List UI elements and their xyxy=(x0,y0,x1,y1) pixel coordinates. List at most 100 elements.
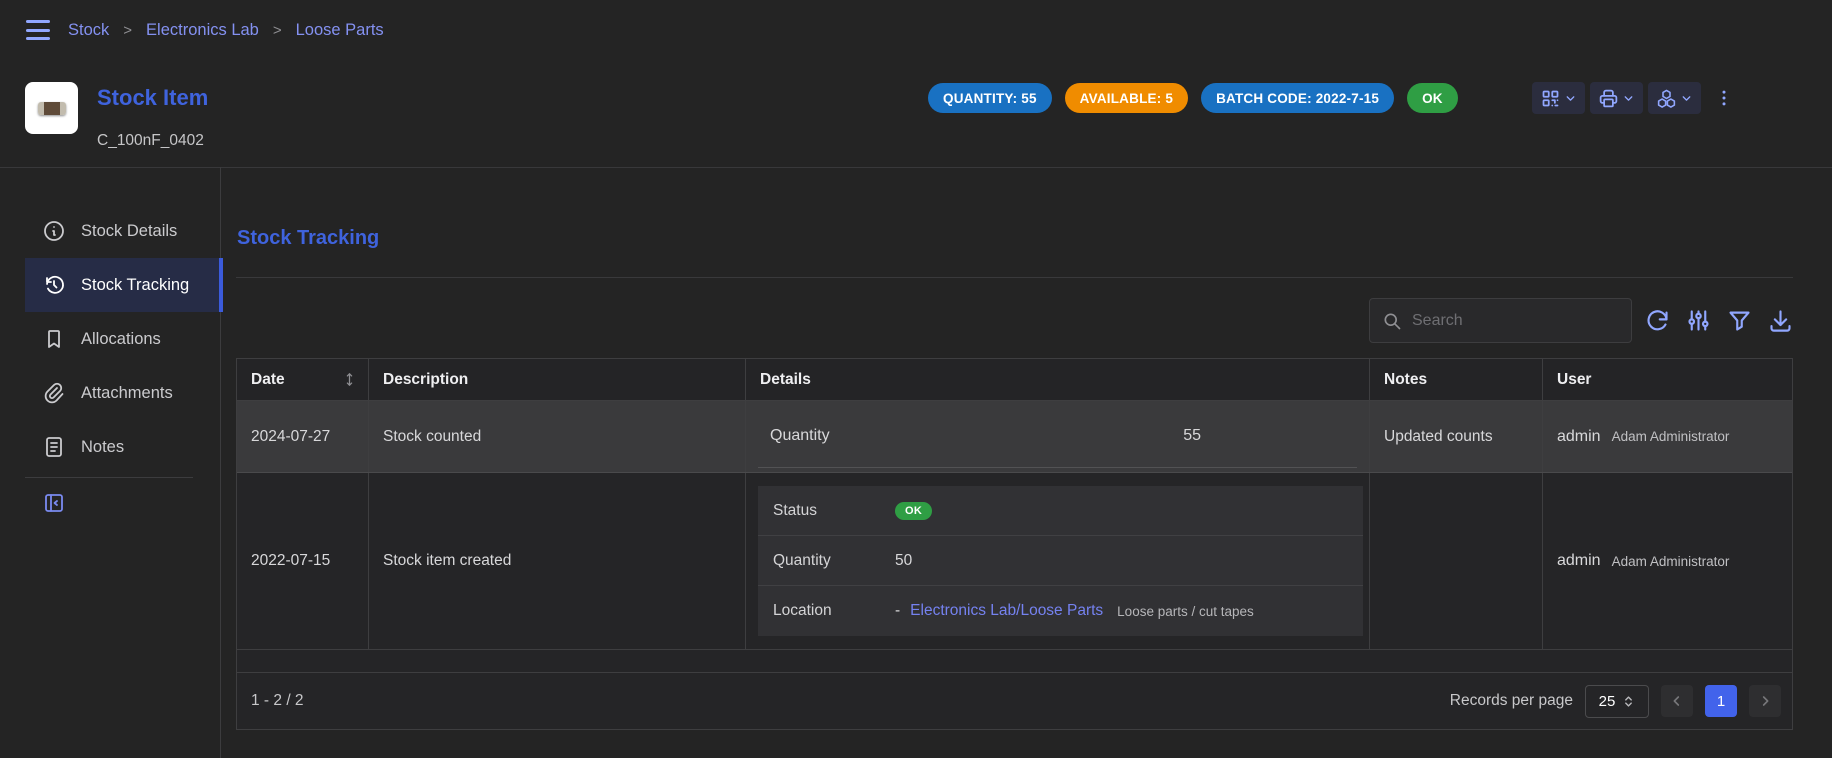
detail-row-location: Location - Electronics Lab/Loose Parts L… xyxy=(758,586,1363,636)
chevron-down-icon xyxy=(1622,92,1635,105)
sidebar-item-label: Stock Tracking xyxy=(81,276,189,295)
column-header-notes: Notes xyxy=(1370,359,1543,400)
cell-details: Quantity 55 xyxy=(746,401,1370,472)
page-size-select[interactable]: 25 xyxy=(1585,685,1649,718)
notes-document-icon xyxy=(42,435,66,459)
available-badge: AVAILABLE: 5 xyxy=(1065,83,1188,113)
printer-icon xyxy=(1598,88,1619,109)
page-button-1[interactable]: 1 xyxy=(1705,685,1737,717)
header-divider xyxy=(0,167,1832,168)
sidebar-item-stock-tracking[interactable]: Stock Tracking xyxy=(25,258,223,312)
username: admin xyxy=(1557,428,1601,446)
table-row[interactable]: 2022-07-15 Stock item created Status OK … xyxy=(237,473,1792,650)
download-icon[interactable] xyxy=(1767,307,1794,334)
cell-date: 2024-07-27 xyxy=(237,401,369,472)
cell-user: admin Adam Administrator xyxy=(1543,473,1792,649)
chevron-down-icon xyxy=(1564,92,1577,105)
records-per-page-label: Records per page xyxy=(1450,692,1573,710)
search-icon xyxy=(1382,311,1402,331)
selector-updown-icon xyxy=(1622,695,1635,708)
cell-notes xyxy=(1370,473,1543,649)
batch-code-badge: BATCH CODE: 2022-7-15 xyxy=(1201,83,1394,113)
column-header-user: User xyxy=(1543,359,1792,400)
chevron-right-icon xyxy=(1757,693,1773,709)
previous-page-button[interactable] xyxy=(1661,685,1693,717)
table-header-row: Date Description Details Notes User xyxy=(237,359,1792,401)
stock-operations-button[interactable] xyxy=(1648,82,1701,114)
breadcrumb-link-stock[interactable]: Stock xyxy=(68,21,109,40)
sidebar-item-allocations[interactable]: Allocations xyxy=(25,312,223,366)
location-prefix: - xyxy=(895,602,900,620)
stock-item-page: Stock > Electronics Lab > Loose Parts St… xyxy=(0,0,1832,758)
ok-status-badge: OK xyxy=(895,502,932,520)
sidebar-collapse-icon[interactable] xyxy=(42,491,66,515)
record-range: 1 - 2 / 2 xyxy=(251,692,304,710)
user-fullname: Adam Administrator xyxy=(1612,554,1730,569)
part-name: C_100nF_0402 xyxy=(97,132,204,150)
packages-cubes-icon xyxy=(1656,88,1677,109)
user-fullname: Adam Administrator xyxy=(1612,429,1730,444)
breadcrumb-link-electronics-lab[interactable]: Electronics Lab xyxy=(146,21,259,40)
sidebar-item-label: Stock Details xyxy=(81,222,177,241)
table-row[interactable]: 2024-07-27 Stock counted Quantity 55 Upd… xyxy=(237,401,1792,473)
cell-user: admin Adam Administrator xyxy=(1543,401,1792,472)
barcode-actions-button[interactable] xyxy=(1532,82,1585,114)
cell-date: 2022-07-15 xyxy=(237,473,369,649)
sidebar-divider xyxy=(25,477,193,478)
detail-subtable: Status OK Quantity 50 Location - Electr xyxy=(758,486,1363,636)
more-options-dots-icon[interactable] xyxy=(1712,84,1736,112)
next-page-button[interactable] xyxy=(1749,685,1781,717)
sidebar-item-label: Attachments xyxy=(81,384,173,403)
detail-value: 55 xyxy=(1183,427,1201,445)
breadcrumb-separator: > xyxy=(123,22,132,39)
detail-value: 50 xyxy=(895,552,912,570)
location-description: Loose parts / cut tapes xyxy=(1117,604,1254,619)
detail-row-quantity: Quantity 50 xyxy=(758,536,1363,586)
cell-description: Stock item created xyxy=(369,473,746,649)
stock-tracking-table: Date Description Details Notes User 2024… xyxy=(236,358,1793,730)
sort-icon[interactable] xyxy=(341,371,358,388)
ok-status-badge: OK xyxy=(1407,83,1458,113)
part-thumbnail[interactable] xyxy=(25,82,78,134)
paperclip-icon xyxy=(42,381,66,405)
column-header-date[interactable]: Date xyxy=(237,359,369,400)
info-circle-icon xyxy=(42,219,66,243)
sidebar-item-stock-details[interactable]: Stock Details xyxy=(25,204,223,258)
panel-title: Stock Tracking xyxy=(237,227,379,250)
search-input[interactable] xyxy=(1412,312,1619,330)
qr-code-icon xyxy=(1540,88,1561,109)
detail-label: Status xyxy=(773,502,895,520)
detail-label: Location xyxy=(773,602,895,620)
detail-row-status: Status OK xyxy=(758,486,1363,536)
cell-description: Stock counted xyxy=(369,401,746,472)
filter-icon[interactable] xyxy=(1726,307,1753,334)
breadcrumb: Stock > Electronics Lab > Loose Parts xyxy=(68,21,384,40)
panel-divider xyxy=(236,277,1793,278)
status-badges: QUANTITY: 55 AVAILABLE: 5 BATCH CODE: 20… xyxy=(928,83,1458,113)
username: admin xyxy=(1557,552,1601,570)
table-body-spacer xyxy=(237,650,1792,672)
chevron-left-icon xyxy=(1669,693,1685,709)
sidebar: Stock Details Stock Tracking Allocations… xyxy=(0,204,223,520)
table-search xyxy=(1369,298,1632,343)
refresh-icon[interactable] xyxy=(1644,307,1671,334)
bookmark-icon xyxy=(42,327,66,351)
capacitor-image xyxy=(38,102,66,115)
adjustments-icon[interactable] xyxy=(1685,307,1712,334)
detail-label: Quantity xyxy=(770,427,830,445)
breadcrumb-separator: > xyxy=(273,22,282,39)
sidebar-item-label: Notes xyxy=(81,438,124,457)
table-toolbar xyxy=(1644,307,1794,334)
print-actions-button[interactable] xyxy=(1590,82,1643,114)
header-actions xyxy=(1532,82,1701,114)
detail-row-quantity: Quantity 55 xyxy=(758,406,1357,468)
sidebar-item-notes[interactable]: Notes xyxy=(25,420,223,474)
page-title: Stock Item xyxy=(97,85,208,111)
column-header-description: Description xyxy=(369,359,746,400)
menu-hamburger-icon[interactable] xyxy=(26,20,50,40)
cell-details: Status OK Quantity 50 Location - Electr xyxy=(746,473,1370,649)
detail-label: Quantity xyxy=(773,552,895,570)
sidebar-item-attachments[interactable]: Attachments xyxy=(25,366,223,420)
breadcrumb-link-loose-parts[interactable]: Loose Parts xyxy=(296,21,384,40)
location-link[interactable]: Electronics Lab/Loose Parts xyxy=(910,602,1103,620)
